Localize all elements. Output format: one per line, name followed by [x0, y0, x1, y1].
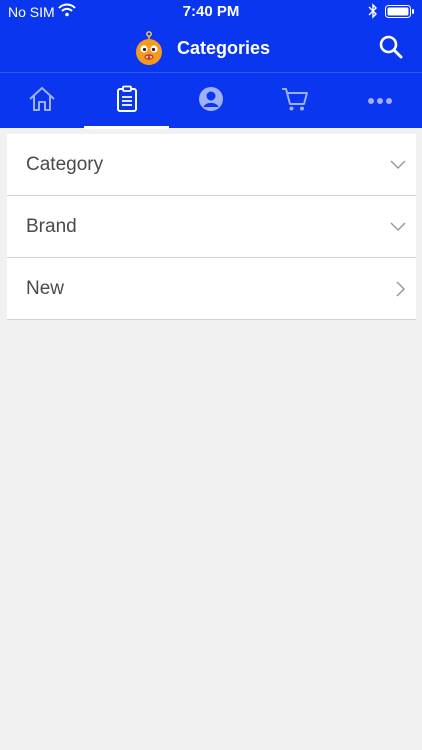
- clipboard-icon: [116, 85, 138, 118]
- bluetooth-icon: [368, 3, 378, 22]
- tab-account[interactable]: [169, 73, 253, 129]
- tab-home[interactable]: [0, 73, 84, 129]
- chevron-down-icon: [390, 159, 406, 170]
- home-icon: [28, 86, 56, 117]
- account-icon: [198, 86, 224, 117]
- more-icon: [367, 92, 393, 110]
- status-time: 7:40 PM: [182, 3, 240, 20]
- battery-icon: [385, 5, 415, 21]
- monster-logo-icon: [133, 29, 165, 72]
- list-item-label: Category: [26, 153, 104, 175]
- list-item-category[interactable]: Category: [7, 134, 416, 196]
- tab-bar: [0, 72, 422, 129]
- page-title: Categories: [177, 38, 271, 58]
- list-item-brand[interactable]: Brand: [7, 196, 416, 258]
- chevron-down-icon: [390, 221, 406, 232]
- status-bar: No SIM 7:40 PM: [0, 0, 422, 24]
- tab-categories[interactable]: [84, 73, 170, 129]
- chevron-right-icon: [396, 280, 406, 297]
- search-icon[interactable]: [378, 34, 404, 65]
- category-list: Category Brand New: [7, 134, 416, 320]
- app-header: No SIM 7:40 PM Categories: [0, 0, 422, 129]
- tab-cart[interactable]: [253, 73, 337, 129]
- list-item-new[interactable]: New: [7, 258, 416, 320]
- list-item-label: New: [26, 277, 65, 299]
- cart-icon: [281, 86, 309, 117]
- list-item-label: Brand: [26, 215, 77, 237]
- navigation-bar: Categories: [0, 24, 422, 72]
- tab-more[interactable]: [338, 73, 422, 129]
